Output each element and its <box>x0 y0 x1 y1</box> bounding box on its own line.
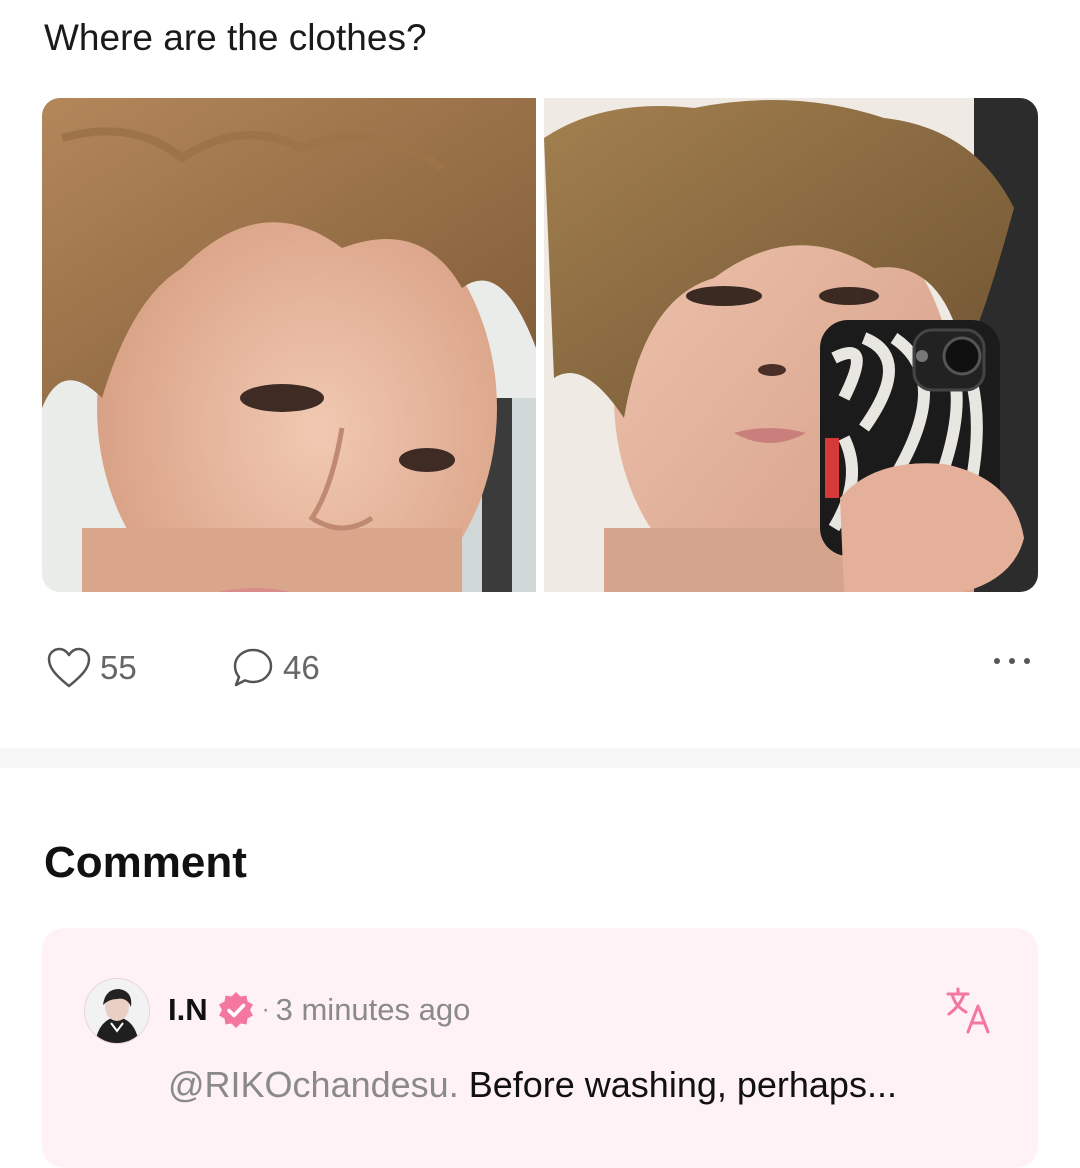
post-photo-1[interactable] <box>42 98 536 592</box>
mirror-selfie-photo-icon <box>544 98 1038 592</box>
post-actions: 55 46 <box>0 640 1080 696</box>
like-count: 55 <box>100 649 137 686</box>
more-dot <box>1009 658 1015 664</box>
comment-section-title: Comment <box>44 838 247 887</box>
selfie-photo-icon <box>42 98 536 592</box>
translate-icon[interactable] <box>944 986 994 1036</box>
comment-username[interactable]: I.N <box>168 992 208 1028</box>
comment-button[interactable]: 46 <box>231 646 320 690</box>
comment-count: 46 <box>283 649 320 686</box>
comment-mention[interactable]: @RIKOchandesu. <box>168 1064 459 1105</box>
like-button[interactable]: 55 <box>46 646 137 690</box>
more-dot <box>1024 658 1030 664</box>
avatar-image <box>85 979 149 1043</box>
section-divider <box>0 748 1080 768</box>
comment-body: @RIKOchandesu. Before washing, perhaps..… <box>168 1064 897 1106</box>
avatar[interactable] <box>84 978 150 1044</box>
more-options-button[interactable] <box>994 658 1030 664</box>
verified-badge-icon <box>218 992 253 1028</box>
post-photo-2[interactable] <box>544 98 1038 592</box>
more-dots-icon <box>994 658 1000 664</box>
comment-meta: I.N · 3 minutes ago <box>168 990 470 1030</box>
comment-text: Before washing, perhaps... <box>458 1064 897 1105</box>
comment-bubble-icon <box>233 648 273 687</box>
meta-separator: · <box>261 996 270 1023</box>
post-text: Where are the clothes? <box>44 17 427 58</box>
comment-card[interactable]: I.N · 3 minutes ago @RIKOchandesu. Befor… <box>42 928 1038 1168</box>
heart-icon <box>47 647 91 688</box>
comment-timestamp: 3 minutes ago <box>275 992 471 1027</box>
